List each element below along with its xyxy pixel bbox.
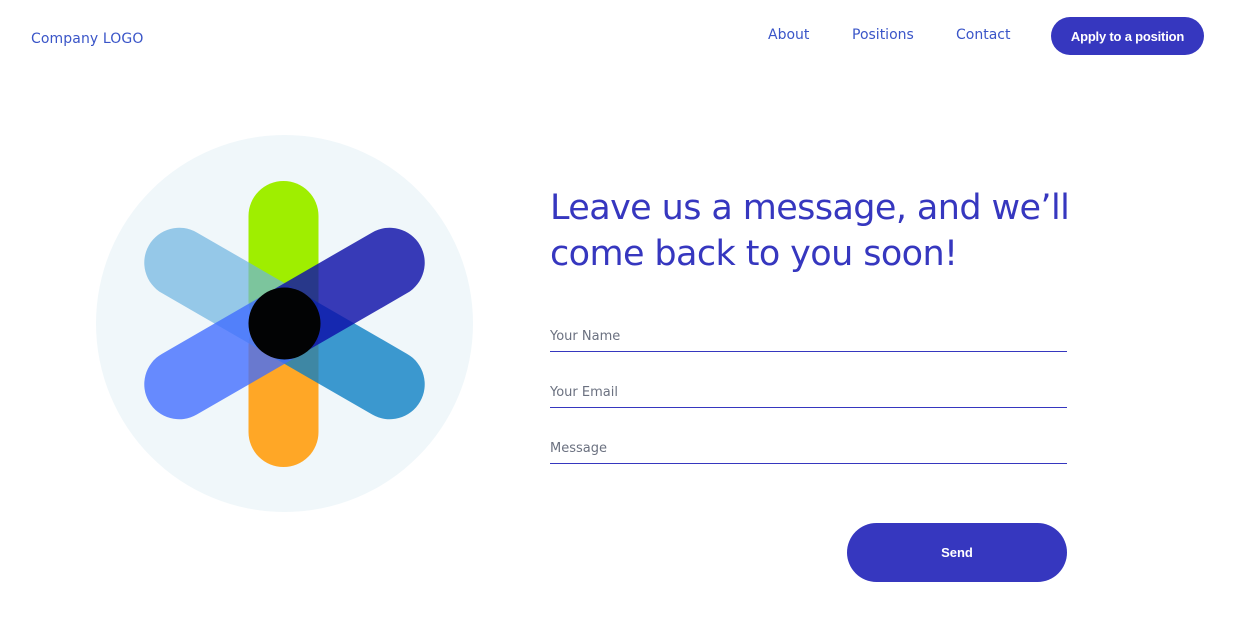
name-field[interactable] [550,321,1067,352]
nav-link-positions[interactable]: Positions [852,27,914,43]
page-headline: Leave us a message, and we’ll come back … [550,188,1070,274]
nav-link-contact[interactable]: Contact [956,27,1010,43]
message-field[interactable] [550,433,1067,464]
asterisk-illustration [96,135,473,512]
apply-to-position-button[interactable]: Apply to a position [1051,17,1204,55]
center-dot [248,287,321,360]
nav-link-about[interactable]: About [768,27,809,43]
contact-page: Company LOGO About Positions Contact App… [0,0,1235,628]
main-nav: About Positions Contact Apply to a posit… [0,17,1235,55]
email-field[interactable] [550,377,1067,408]
send-button[interactable]: Send [847,523,1067,582]
